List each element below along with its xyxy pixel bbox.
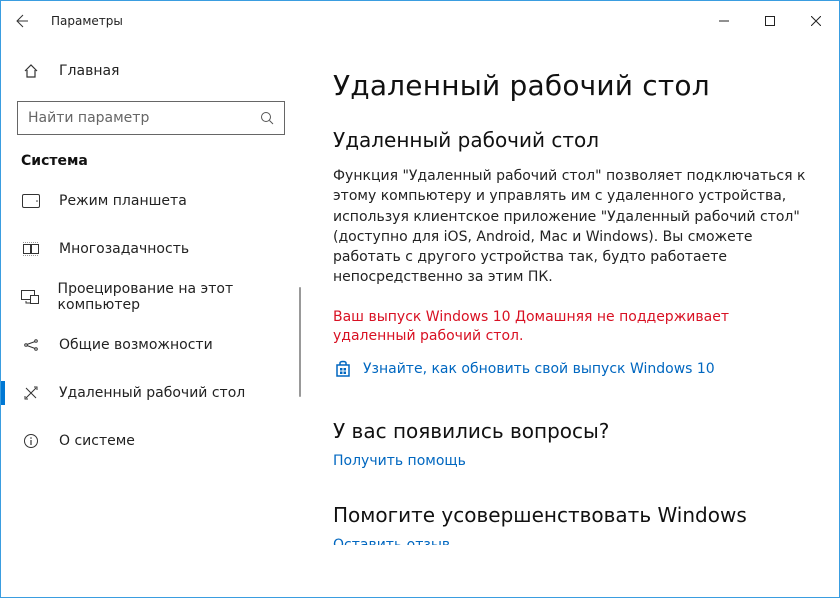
home-icon [21,63,41,79]
feedback-link[interactable]: Оставить отзыв [333,537,807,545]
remote-desktop-icon [21,385,41,401]
search-wrap [1,101,301,135]
multitasking-icon [21,242,41,256]
page-title: Удаленный рабочий стол [333,69,807,102]
close-button[interactable] [793,5,839,37]
nav-item-multitasking[interactable]: Многозадачность [1,225,301,273]
nav-item-label: О системе [59,433,135,449]
sidebar-group-header: Система [1,153,301,177]
nav-item-projecting[interactable]: Проецирование на этот компьютер [1,273,301,321]
tablet-icon [21,194,41,208]
nav-item-label: Общие возможности [59,337,213,353]
search-input[interactable] [18,110,250,126]
nav-home[interactable]: Главная [1,51,301,91]
search-icon [250,111,284,125]
settings-window: Параметры Главная [0,0,840,598]
nav-item-about[interactable]: О системе [1,417,301,465]
upgrade-link-row: Узнайте, как обновить свой выпуск Window… [333,359,807,379]
info-icon [21,433,41,449]
sidebar: Главная Система Режим планшета [1,41,301,597]
shared-icon [21,337,41,353]
nav-home-label: Главная [59,63,119,79]
window-body: Главная Система Режим планшета [1,41,839,597]
search-box[interactable] [17,101,285,135]
minimize-button[interactable] [701,5,747,37]
store-icon [333,359,353,379]
edition-error-text: Ваш выпуск Windows 10 Домашняя не поддер… [333,308,807,347]
main-content: Удаленный рабочий стол Удаленный рабочий… [301,41,839,597]
questions-title: У вас появились вопросы? [333,419,807,443]
get-help-link[interactable]: Получить помощь [333,453,807,469]
nav-item-label: Многозадачность [59,241,189,257]
description-text: Функция "Удаленный рабочий стол" позволя… [333,166,807,288]
nav-item-label: Удаленный рабочий стол [59,385,245,401]
nav-item-tablet-mode[interactable]: Режим планшета [1,177,301,225]
projecting-icon [21,290,40,304]
section-title: Удаленный рабочий стол [333,128,807,152]
nav-item-shared-experiences[interactable]: Общие возможности [1,321,301,369]
back-button[interactable] [1,1,41,41]
nav-item-label: Проецирование на этот компьютер [58,281,301,313]
improve-title: Помогите усовершенствовать Windows [333,503,807,527]
upgrade-link[interactable]: Узнайте, как обновить свой выпуск Window… [363,361,715,377]
titlebar: Параметры [1,1,839,41]
nav-item-remote-desktop[interactable]: Удаленный рабочий стол [1,369,301,417]
nav-list: Режим планшета Многозадачность Проециров… [1,177,301,597]
app-title: Параметры [51,14,123,28]
maximize-button[interactable] [747,5,793,37]
nav-item-label: Режим планшета [59,193,187,209]
